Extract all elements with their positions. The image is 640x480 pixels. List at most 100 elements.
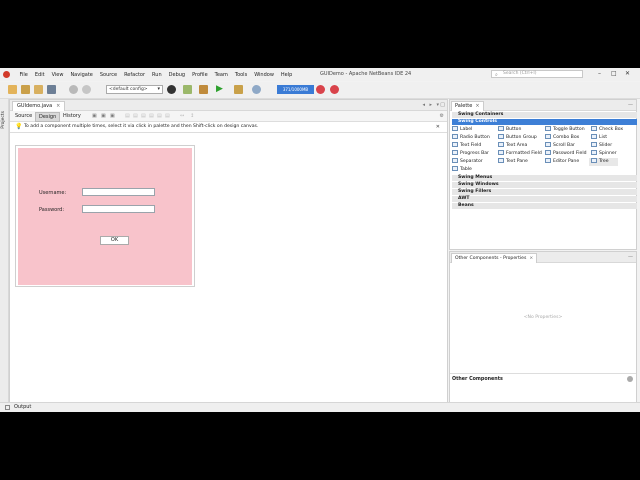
palette-item-button[interactable]: Button [498, 126, 521, 134]
maximize-button[interactable]: □ [611, 70, 617, 77]
minimize-pane-icon[interactable]: — [628, 254, 633, 260]
tab-palette[interactable]: Palette × [451, 101, 484, 111]
redo-icon[interactable] [82, 85, 91, 94]
scroll-right-icon[interactable]: ▸ [429, 102, 432, 108]
palette-item-scroll-bar[interactable]: Scroll Bar [545, 142, 575, 150]
minimize-button[interactable]: – [598, 70, 601, 77]
palette-item-button-group[interactable]: Button Group [498, 134, 537, 142]
design-canvas[interactable]: Username: Password: OK [15, 145, 195, 287]
palette-item-spinner[interactable]: Spinner [591, 150, 617, 158]
menu-view[interactable]: View [48, 72, 67, 78]
category-beans[interactable]: Beans [452, 203, 637, 209]
preview-design-icon[interactable]: ▣ [110, 113, 115, 119]
menu-navigate[interactable]: Navigate [67, 72, 96, 78]
open-project-icon[interactable] [34, 85, 43, 94]
maximize-pane-icon[interactable]: □ [440, 102, 445, 108]
selection-mode-icon[interactable]: ▣ [92, 113, 97, 119]
align-top-icon[interactable]: ▤ [149, 113, 154, 119]
category-swing-containers[interactable]: Swing Containers [452, 112, 637, 118]
clean-build-icon[interactable] [183, 85, 192, 94]
align-bottom-icon[interactable]: ▤ [157, 113, 162, 119]
close-icon[interactable]: × [56, 103, 60, 109]
palette-item-separator[interactable]: Separator [452, 158, 483, 166]
category-swing-windows[interactable]: Swing Windows [452, 182, 637, 188]
config-select[interactable]: <default config> ▾ [106, 85, 163, 94]
palette-item-progress-bar[interactable]: Progress Bar [452, 150, 489, 158]
jframe-form[interactable]: Username: Password: OK [18, 148, 192, 285]
undo-icon[interactable] [69, 85, 78, 94]
category-swing-menus[interactable]: Swing Menus [452, 175, 637, 181]
username-label[interactable]: Username: [39, 190, 66, 196]
tab-source[interactable]: Source [12, 112, 35, 120]
projects-tab[interactable]: Projects [1, 111, 6, 129]
output-tab[interactable]: Output [14, 404, 31, 410]
tab-history[interactable]: History [60, 112, 84, 120]
memory-indicator[interactable]: 371/1000MB [277, 85, 314, 94]
save-all-icon[interactable] [47, 85, 56, 94]
build-icon[interactable] [199, 85, 208, 94]
scroll-left-icon[interactable]: ◂ [422, 102, 425, 108]
username-field[interactable] [82, 188, 155, 196]
palette-item-radio-button[interactable]: Radio Button [452, 134, 490, 142]
category-swing-controls[interactable]: Swing Controls [452, 119, 637, 125]
connection-mode-icon[interactable]: ▣ [101, 113, 106, 119]
palette-item-slider[interactable]: Slider [591, 142, 612, 150]
tab-guidemo-java[interactable]: GUIdemo.java × [12, 101, 66, 111]
align-left-icon[interactable]: ▤ [125, 113, 130, 119]
close-icon[interactable]: × [529, 256, 533, 261]
minimize-pane-icon[interactable]: — [628, 102, 633, 108]
menu-window[interactable]: Window [251, 72, 278, 78]
run-icon[interactable]: ▶ [216, 85, 225, 94]
password-label[interactable]: Password: [39, 207, 64, 213]
globe-icon[interactable] [167, 85, 176, 94]
ok-button[interactable]: OK [100, 236, 129, 245]
menu-profile[interactable]: Profile [189, 72, 212, 78]
palette-item-label[interactable]: Label [452, 126, 472, 134]
palette-item-tree[interactable]: Tree [589, 158, 618, 166]
close-icon[interactable]: × [475, 103, 479, 109]
close-window-button[interactable]: ✕ [625, 70, 630, 77]
palette-item-toggle-button[interactable]: Toggle Button [545, 126, 585, 134]
chevron-down-icon[interactable]: ▾ [436, 102, 439, 108]
align-center-icon[interactable]: ▤ [141, 113, 146, 119]
palette-item-text-area[interactable]: Text Area [498, 142, 527, 150]
palette-item-text-pane[interactable]: Text Pane [498, 158, 528, 166]
menu-help[interactable]: Help [277, 72, 295, 78]
category-awt[interactable]: AWT [452, 196, 637, 202]
category-swing-fillers[interactable]: Swing Fillers [452, 189, 637, 195]
menu-run[interactable]: Run [149, 72, 166, 78]
palette-item-list[interactable]: List [591, 134, 607, 142]
menu-team[interactable]: Team [211, 72, 231, 78]
password-field-icon [545, 150, 551, 155]
palette-item-editor-pane[interactable]: Editor Pane [545, 158, 579, 166]
tab-properties[interactable]: Other Components - Properties × [451, 253, 538, 263]
palette-item-formatted-field[interactable]: Formatted Field [498, 150, 542, 158]
close-hint-button[interactable]: ✕ [436, 124, 440, 130]
resize-vertical-icon[interactable]: ↕ [190, 113, 194, 119]
new-file-icon[interactable] [8, 85, 17, 94]
gear-icon[interactable]: ⚙ [440, 113, 444, 119]
menu-source[interactable]: Source [96, 72, 120, 78]
palette-item-password-field[interactable]: Password Field [545, 150, 587, 158]
menu-edit[interactable]: Edit [31, 72, 48, 78]
profile-ide-icon[interactable] [330, 85, 339, 94]
menu-file[interactable]: File [16, 72, 31, 78]
search-input[interactable]: ⌕ Search (Ctrl+I) [491, 70, 583, 78]
align-right-icon[interactable]: ▤ [133, 113, 138, 119]
palette-item-combo-box[interactable]: Combo Box [545, 134, 579, 142]
resize-horizontal-icon[interactable]: ↔ [180, 113, 184, 119]
tab-design[interactable]: Design [35, 112, 61, 122]
debug-icon[interactable] [234, 85, 243, 94]
palette-item-text-field[interactable]: Text Field [452, 142, 481, 150]
menu-debug[interactable]: Debug [165, 72, 188, 78]
palette-item-table[interactable]: Table [452, 166, 472, 174]
password-field[interactable] [82, 205, 155, 213]
gc-icon[interactable] [316, 85, 325, 94]
profile-icon[interactable] [252, 85, 261, 94]
palette-item-check-box[interactable]: Check Box [591, 126, 623, 134]
help-icon[interactable] [627, 376, 633, 382]
new-project-icon[interactable] [21, 85, 30, 94]
align-middle-icon[interactable]: ▤ [165, 113, 170, 119]
menu-refactor[interactable]: Refactor [121, 72, 149, 78]
menu-tools[interactable]: Tools [231, 72, 250, 78]
